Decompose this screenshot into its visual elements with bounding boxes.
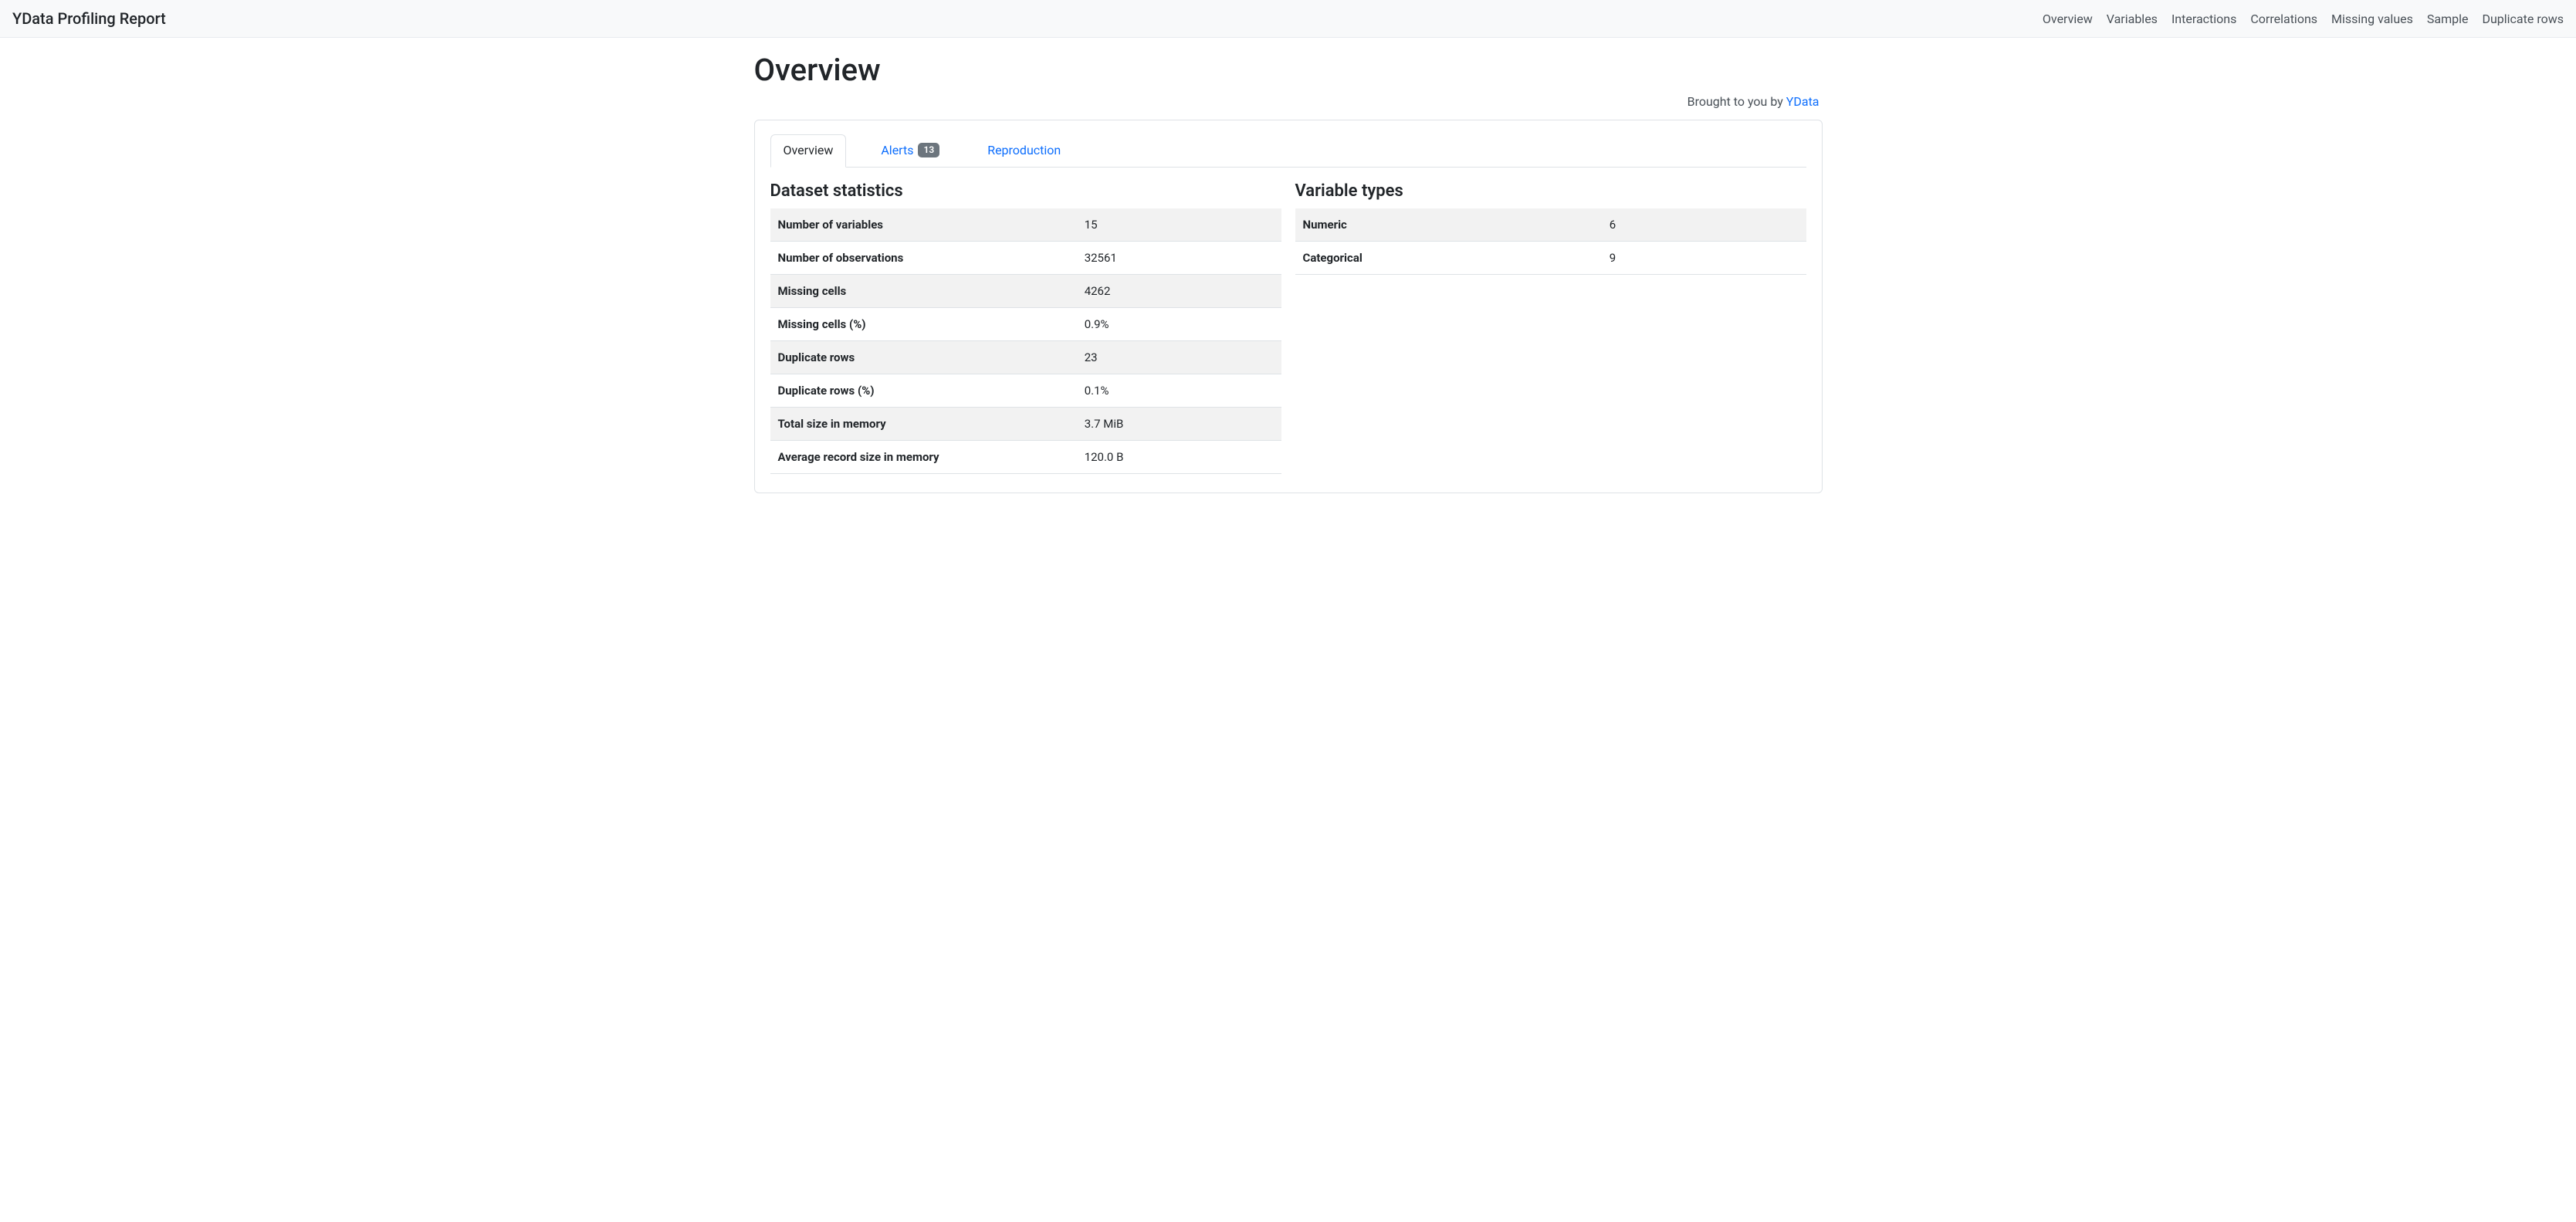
dataset-stats-row: Number of variables15 (770, 208, 1281, 242)
stat-value: 3.7 MiB (1077, 408, 1281, 441)
credit-link[interactable]: YData (1786, 94, 1819, 109)
page-title: Overview (754, 52, 1823, 88)
stat-value: 23 (1077, 341, 1281, 374)
stat-label: Missing cells (%) (770, 308, 1077, 341)
nav-link-correlations[interactable]: Correlations (2250, 12, 2317, 26)
dataset-stats-row: Total size in memory3.7 MiB (770, 408, 1281, 441)
navbar-nav: Overview Variables Interactions Correlat… (2043, 12, 2564, 26)
dataset-stats-table: Number of variables15Number of observati… (770, 208, 1281, 474)
alerts-count-badge: 13 (918, 143, 939, 157)
nav-link-duplicate-rows[interactable]: Duplicate rows (2482, 12, 2564, 26)
dataset-stats-heading: Dataset statistics (770, 181, 1281, 201)
variable-types-section: Variable types Numeric6Categorical9 (1295, 181, 1806, 474)
dataset-stats-row: Number of observations32561 (770, 242, 1281, 275)
nav-link-overview[interactable]: Overview (2043, 12, 2093, 26)
stat-label: Categorical (1295, 242, 1602, 275)
stat-label: Total size in memory (770, 408, 1077, 441)
variable-types-row: Numeric6 (1295, 208, 1806, 242)
tab-alerts-label: Alerts (881, 143, 913, 157)
stat-value: 0.9% (1077, 308, 1281, 341)
navbar: YData Profiling Report Overview Variable… (0, 0, 2576, 38)
overview-panel-grid: Dataset statistics Number of variables15… (770, 181, 1806, 474)
stat-label: Duplicate rows (770, 341, 1077, 374)
stat-value: 6 (1602, 208, 1806, 242)
variable-types-table: Numeric6Categorical9 (1295, 208, 1806, 275)
stat-label: Missing cells (770, 275, 1077, 308)
stat-value: 9 (1602, 242, 1806, 275)
stat-value: 4262 (1077, 275, 1281, 308)
stat-label: Number of observations (770, 242, 1077, 275)
dataset-stats-section: Dataset statistics Number of variables15… (770, 181, 1281, 474)
variable-types-heading: Variable types (1295, 181, 1806, 201)
stat-label: Average record size in memory (770, 441, 1077, 474)
nav-link-interactions[interactable]: Interactions (2171, 12, 2236, 26)
stat-value: 0.1% (1077, 374, 1281, 408)
stat-label: Number of variables (770, 208, 1077, 242)
nav-link-missing-values[interactable]: Missing values (2331, 12, 2413, 26)
dataset-stats-row: Average record size in memory120.0 B (770, 441, 1281, 474)
stat-value: 32561 (1077, 242, 1281, 275)
tabbar: Overview Alerts 13 Reproduction (770, 134, 1806, 168)
tab-reproduction[interactable]: Reproduction (974, 134, 1074, 168)
stat-label: Duplicate rows (%) (770, 374, 1077, 408)
tab-overview[interactable]: Overview (770, 134, 847, 168)
stat-value: 120.0 B (1077, 441, 1281, 474)
nav-link-variables[interactable]: Variables (2107, 12, 2158, 26)
main-container: Overview Brought to you by YData Overvie… (717, 52, 1860, 493)
navbar-brand: YData Profiling Report (12, 9, 166, 28)
dataset-stats-row: Duplicate rows (%)0.1% (770, 374, 1281, 408)
nav-link-sample[interactable]: Sample (2427, 12, 2469, 26)
overview-card: Overview Alerts 13 Reproduction Dataset … (754, 120, 1823, 493)
dataset-stats-row: Missing cells (%)0.9% (770, 308, 1281, 341)
tab-reproduction-label: Reproduction (987, 143, 1061, 157)
stat-value: 15 (1077, 208, 1281, 242)
variable-types-row: Categorical9 (1295, 242, 1806, 275)
tab-overview-label: Overview (784, 143, 834, 157)
stat-label: Numeric (1295, 208, 1602, 242)
tab-alerts[interactable]: Alerts 13 (868, 134, 953, 168)
credit-line: Brought to you by YData (754, 94, 1823, 109)
credit-prefix: Brought to you by (1687, 94, 1786, 109)
dataset-stats-row: Missing cells4262 (770, 275, 1281, 308)
dataset-stats-row: Duplicate rows23 (770, 341, 1281, 374)
